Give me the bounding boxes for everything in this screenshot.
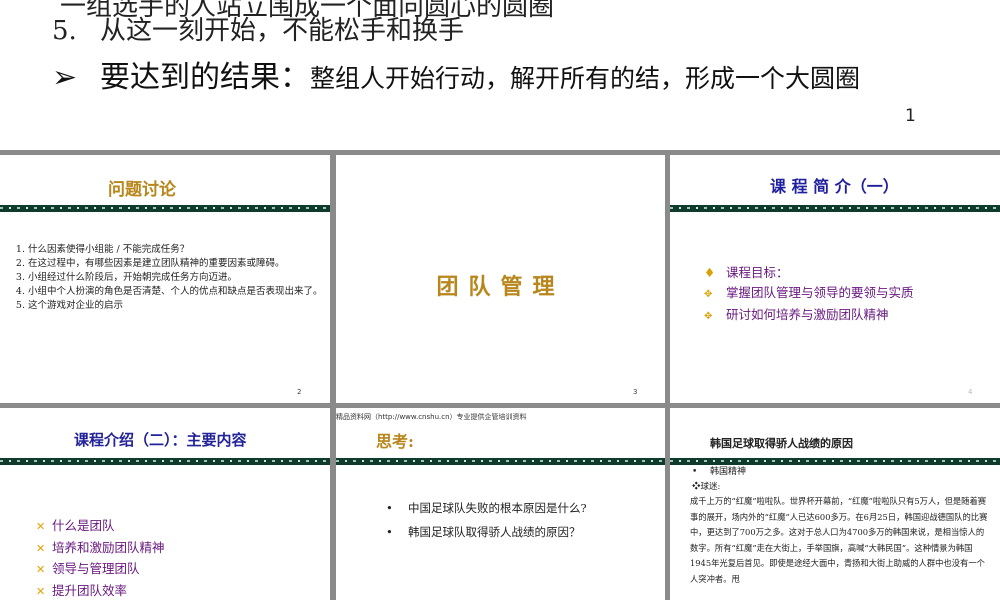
goal-heading: ♦ 课程目标： bbox=[704, 263, 914, 283]
decorative-band bbox=[0, 205, 330, 212]
slide-title: 团队管理 bbox=[436, 274, 565, 300]
page-number: 4 bbox=[968, 388, 973, 396]
list-item: ✥ 研讨如何培养与激励团队精神 bbox=[704, 305, 914, 327]
slide-title: 课 程 简 介（一） bbox=[770, 177, 899, 196]
cross-bullet-icon: ✕ bbox=[36, 541, 46, 555]
list-item: ✕ 培养和激励团队精神 bbox=[36, 538, 165, 560]
spirit-bullet: • 韩国精神 bbox=[692, 464, 746, 477]
list-item: ✕ 什么是团队 bbox=[36, 516, 165, 538]
slide-2-thumbnail[interactable]: 问题讨论 什么因素使得小组能 / 不能完成任务？ 在这过程中，有哪些因素是建立团… bbox=[0, 155, 330, 403]
list-item: • 中国足球队失败的根本原因是什么? bbox=[386, 496, 587, 520]
question-list: 什么因素使得小组能 / 不能完成任务？ 在这过程中，有哪些因素是建立团队精神的重… bbox=[10, 243, 330, 313]
slide-7-thumbnail[interactable]: 韩国足球取得骄人战绩的原因 • 韩国精神 ❖球迷: 成千上万的“红魔”啦啦队。世界… bbox=[670, 408, 1000, 600]
decorative-band bbox=[0, 458, 330, 465]
slide-4-thumbnail[interactable]: 课 程 简 介（一） ♦ 课程目标： ✥ 掌握团队管理与领导的要领与实质 ✥ 研讨如何… bbox=[670, 155, 1000, 403]
goal-label: 课程目标： bbox=[726, 265, 789, 280]
step-5: 5. 从这一刻开始，不能松手和换手 bbox=[52, 10, 464, 47]
diamond-bullet-icon: ♦ bbox=[704, 265, 716, 280]
page-number: 2 bbox=[297, 388, 302, 396]
list-item: 什么因素使得小组能 / 不能完成任务？ bbox=[28, 243, 330, 257]
goal-list: ♦ 课程目标： ✥ 掌握团队管理与领导的要领与实质 ✥ 研讨如何培养与激励团队精神 bbox=[704, 263, 914, 327]
arrow-bullet-icon: ➢ bbox=[52, 60, 78, 95]
slide-3-thumbnail[interactable]: 团队管理 3 bbox=[336, 155, 665, 403]
list-item: ✥ 掌握团队管理与领导的要领与实质 bbox=[704, 283, 914, 305]
content-list: ✕ 什么是团队 ✕ 培养和激励团队精神 ✕ 领导与管理团队 ✕ 提升团队效率 bbox=[36, 516, 165, 600]
body-paragraph: 成千上万的“红魔”啦啦队。世界杯开幕前，“红魔”啦啦队只有5万人，但是随着赛事的… bbox=[690, 496, 988, 584]
list-item: 在这过程中，有哪些因素是建立团队精神的重要因素或障碍。 bbox=[28, 257, 330, 271]
bullet-icon: • bbox=[386, 525, 393, 539]
slide-title: 思考: bbox=[376, 432, 414, 451]
flower-bullet-icon: ✥ bbox=[704, 289, 713, 300]
cross-bullet-icon: ✕ bbox=[36, 563, 46, 576]
fans-subhead: ❖球迷: bbox=[692, 482, 721, 492]
slide-6-thumbnail[interactable]: 精品资料网（http://www.cnshu.cn）专业提供企管培训资料 思考:… bbox=[336, 408, 665, 600]
list-item: 小组经过什么阶段后，开始朝完成任务方向迈进。 bbox=[28, 271, 330, 285]
list-item: 这个游戏对企业的启示 bbox=[28, 299, 330, 313]
decorative-band bbox=[336, 458, 665, 465]
list-item: ✕ 领导与管理团队 bbox=[36, 559, 165, 581]
decorative-band bbox=[670, 205, 1000, 212]
page-number: 3 bbox=[633, 388, 638, 396]
bullet-icon: • bbox=[386, 501, 393, 515]
slide-1-partial: 一组选手的人站立围成一个面向圆心的圆圈 5. 从这一刻开始，不能松手和换手 ➢ 要达… bbox=[0, 0, 1000, 150]
spirit-label: 韩国精神 bbox=[710, 467, 747, 477]
slide-title: 问题讨论 bbox=[108, 180, 176, 200]
result-text: 整组人开始行动，解开所有的结，形成一个大圆圈 bbox=[310, 64, 861, 93]
step-5-text: 从这一刻开始，不能松手和换手 bbox=[100, 16, 465, 46]
cross-bullet-icon: ✕ bbox=[36, 584, 46, 598]
slide-title: 韩国足球取得骄人战绩的原因 bbox=[710, 437, 853, 450]
flower-bullet-icon: ✥ bbox=[704, 311, 713, 322]
result-label: 要达到的结果： bbox=[100, 60, 310, 95]
question-list: • 中国足球队失败的根本原因是什么? • 韩国足球队取得骄人战绩的原因？ bbox=[386, 496, 587, 544]
page-number: 1 bbox=[905, 106, 916, 126]
result-line: ➢ 要达到的结果：整组人开始行动，解开所有的结，形成一个大圆圈 bbox=[52, 52, 860, 96]
site-header: 精品资料网（http://www.cnshu.cn）专业提供企管培训资料 bbox=[336, 413, 527, 421]
cross-bullet-icon: ✕ bbox=[36, 520, 46, 533]
list-item: 小组中个人扮演的角色是否清楚、个人的优点和缺点是否表现出来了。 bbox=[28, 285, 330, 299]
list-item: • 韩国足球队取得骄人战绩的原因？ bbox=[386, 520, 587, 544]
bullet-icon: • bbox=[692, 467, 698, 477]
step-5-number: 5. bbox=[52, 16, 77, 46]
list-item: ✕ 提升团队效率 bbox=[36, 581, 165, 600]
slide-5-thumbnail[interactable]: 课程介绍（二）：主要内容 ✕ 什么是团队 ✕ 培养和激励团队精神 ✕ 领导与管理团队 … bbox=[0, 408, 330, 600]
slide-title: 课程介绍（二）：主要内容 bbox=[74, 431, 247, 449]
